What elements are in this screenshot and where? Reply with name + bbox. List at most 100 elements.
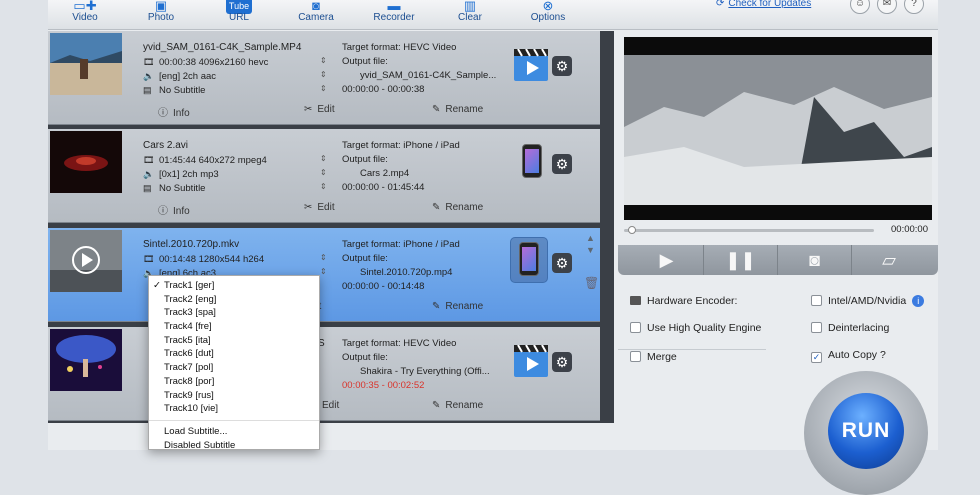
run-button[interactable]: RUN bbox=[828, 393, 904, 469]
move-up-icon[interactable]: ▲ bbox=[586, 233, 595, 243]
deinterlacing-checkbox[interactable]: Deinterlacing bbox=[811, 322, 889, 334]
auto-copy-checkbox[interactable]: ✓ Auto Copy ? bbox=[811, 349, 886, 363]
options-button[interactable]: ⊗ Options bbox=[513, 0, 583, 30]
time-range: 00:00:35 - 00:02:52 bbox=[342, 380, 425, 391]
folder-icon: ▱ bbox=[882, 250, 896, 270]
subtitle-icon: ▤ bbox=[143, 85, 152, 95]
right-panel: 00:00:00 ▶ ❚❚ ◙ ▱ Hardware Encoder: Inte… bbox=[618, 31, 938, 495]
menu-item-track[interactable]: Track8 [por] bbox=[149, 375, 319, 389]
check-updates-link[interactable]: ⟳ Check for Updates bbox=[716, 0, 811, 9]
audio-track[interactable]: 🔈 [eng] 2ch aac bbox=[143, 71, 216, 82]
menu-item-track[interactable]: ✓ Track1 [ger] bbox=[149, 279, 319, 293]
list-item[interactable]: yvid_SAM_0161-C4K_Sample.MP4 🎞 00:00:38 4… bbox=[48, 31, 600, 125]
pause-icon: ❚❚ bbox=[725, 250, 756, 270]
gear-icon[interactable]: ⚙ bbox=[552, 154, 572, 174]
info-icon[interactable]: i bbox=[912, 295, 925, 307]
support-icon[interactable]: ✉ bbox=[877, 0, 897, 14]
subtitle-track[interactable]: ▤ No Subtitle bbox=[143, 183, 205, 194]
iphone-icon[interactable] bbox=[519, 242, 539, 276]
checkmark-icon: ✓ bbox=[153, 280, 161, 291]
rename-icon: ✎ bbox=[432, 202, 441, 213]
output-file: Shakira - Try Everything (Offi... bbox=[360, 366, 490, 377]
menu-item-track[interactable]: Track6 [dut] bbox=[149, 347, 319, 361]
chevron-updown-icon[interactable]: ⇕ bbox=[320, 267, 327, 276]
rename-icon: ✎ bbox=[432, 400, 441, 411]
edit-button[interactable]: ✂ Edit bbox=[304, 202, 335, 213]
hevc-video-icon[interactable] bbox=[514, 48, 550, 83]
url-button[interactable]: Tube URL bbox=[204, 0, 274, 30]
play-button[interactable]: ▶ bbox=[630, 245, 704, 275]
recorder-button[interactable]: ▬ Recorder bbox=[359, 0, 429, 30]
rename-icon: ✎ bbox=[432, 301, 441, 312]
pause-button[interactable]: ❚❚ bbox=[704, 245, 778, 275]
time-range: 00:00:00 - 01:45:44 bbox=[342, 182, 425, 193]
rename-button[interactable]: ✎ Rename bbox=[432, 104, 483, 115]
merge-checkbox[interactable]: Merge bbox=[630, 351, 677, 363]
menu-item-track[interactable]: Track4 [fre] bbox=[149, 320, 319, 334]
menu-item-track[interactable]: Track9 [rus] bbox=[149, 389, 319, 403]
play-icon: ▶ bbox=[659, 250, 674, 270]
hevc-video-icon[interactable] bbox=[514, 344, 550, 379]
camera-button[interactable]: ◙ Camera bbox=[281, 0, 351, 30]
delete-icon[interactable]: 🗑 bbox=[584, 276, 599, 290]
target-format[interactable]: Target format: iPhone / iPad bbox=[342, 140, 460, 151]
edit-button[interactable]: ✂ Edit bbox=[304, 104, 335, 115]
gear-icon[interactable]: ⚙ bbox=[552, 56, 572, 76]
rename-button[interactable]: ✎ Rename bbox=[432, 202, 483, 213]
info-button[interactable]: ⓘ Info bbox=[158, 202, 190, 217]
move-down-icon[interactable]: ▼ bbox=[586, 245, 595, 255]
scissors-icon: ✂ bbox=[304, 202, 313, 213]
add-video-button[interactable]: ▭✚ Video bbox=[50, 0, 120, 30]
open-folder-button[interactable]: ▱ bbox=[852, 245, 926, 275]
help-icon[interactable]: ? bbox=[904, 0, 924, 14]
list-item-selected[interactable]: Sintel.2010.720p.mkv 🎞 00:14:48 1280x544 … bbox=[48, 228, 600, 322]
iphone-icon[interactable] bbox=[522, 144, 542, 178]
target-format[interactable]: Target format: HEVC Video bbox=[342, 42, 456, 53]
menu-item-track[interactable]: Track10 [vie] bbox=[149, 402, 319, 416]
intel-amd-nvidia-checkbox[interactable]: Intel/AMD/Nvidia i bbox=[811, 295, 925, 307]
menu-separator bbox=[149, 419, 319, 421]
divider bbox=[618, 349, 766, 350]
chevron-updown-icon[interactable]: ⇕ bbox=[320, 168, 327, 177]
target-format[interactable]: Target format: HEVC Video bbox=[342, 338, 456, 349]
clear-button[interactable]: ▥ Clear bbox=[435, 0, 505, 30]
menu-item-load-subtitle[interactable]: Load Subtitle... bbox=[149, 425, 319, 439]
video-thumbnail bbox=[50, 230, 122, 292]
info-button[interactable]: ⓘ Info bbox=[158, 104, 190, 119]
audio-track[interactable]: 🔈 [0x1] 2ch mp3 bbox=[143, 169, 219, 180]
menu-item-track[interactable]: Track3 [spa] bbox=[149, 306, 319, 320]
target-format[interactable]: Target format: iPhone / iPad bbox=[342, 239, 460, 250]
add-photo-button[interactable]: ▣ Photo bbox=[126, 0, 196, 30]
seek-bar[interactable]: 00:00:00 bbox=[624, 224, 932, 235]
chevron-updown-icon[interactable]: ⇕ bbox=[320, 70, 327, 79]
list-item[interactable]: Cars 2.avi 🎞 01:45:44 640x272 mpeg4 🔈 [0x1… bbox=[48, 129, 600, 223]
account-icon[interactable]: ☺ bbox=[850, 0, 870, 14]
menu-item-track[interactable]: Track2 [eng] bbox=[149, 293, 319, 307]
subtitle-icon: ▤ bbox=[143, 183, 152, 193]
chevron-updown-icon[interactable]: ⇕ bbox=[320, 182, 327, 191]
menu-item-track[interactable]: Track5 [ita] bbox=[149, 334, 319, 348]
output-label: Output file: bbox=[342, 154, 388, 165]
snapshot-button[interactable]: ◙ bbox=[778, 245, 852, 275]
info-icon: ⓘ bbox=[158, 206, 168, 217]
rename-button[interactable]: ✎ Rename bbox=[432, 301, 483, 312]
rename-icon: ✎ bbox=[432, 104, 441, 115]
chevron-updown-icon: ⇕ bbox=[320, 154, 327, 163]
edit-button[interactable]: Edit bbox=[322, 400, 339, 411]
help-icon[interactable]: ? bbox=[880, 349, 886, 361]
chip-icon bbox=[630, 296, 641, 305]
video-track-icon: 🎞 bbox=[143, 57, 155, 67]
output-label: Output file: bbox=[342, 56, 388, 67]
high-quality-engine-checkbox[interactable]: Use High Quality Engine bbox=[630, 322, 761, 334]
subtitle-track[interactable]: ▤ No Subtitle bbox=[143, 85, 205, 96]
chevron-updown-icon[interactable]: ⇕ bbox=[320, 84, 327, 93]
gear-icon[interactable]: ⚙ bbox=[552, 253, 572, 273]
time-range: 00:00:00 - 00:00:38 bbox=[342, 84, 425, 95]
gear-icon[interactable]: ⚙ bbox=[552, 352, 572, 372]
menu-item-disable-subtitle[interactable]: Disabled Subtitle bbox=[149, 439, 319, 453]
list-item[interactable]: S Target format: HEVC Video Output file:… bbox=[48, 327, 600, 421]
menu-item-track[interactable]: Track7 [pol] bbox=[149, 361, 319, 375]
rename-button[interactable]: ✎ Rename bbox=[432, 400, 483, 411]
seek-handle[interactable] bbox=[628, 226, 636, 234]
video-info: 🎞 00:00:38 4096x2160 hevc bbox=[143, 57, 269, 68]
